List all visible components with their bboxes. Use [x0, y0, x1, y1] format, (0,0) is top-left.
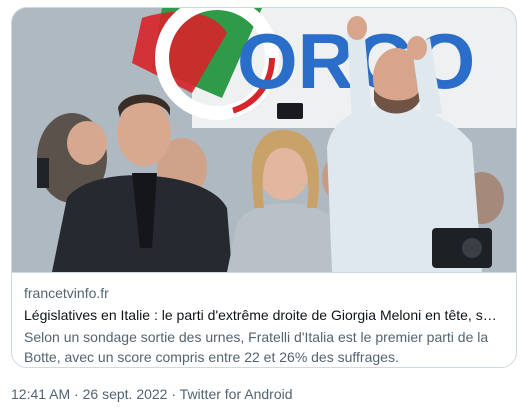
article-photo[interactable]: ORGO	[12, 8, 516, 272]
card-domain: francetvinfo.fr	[24, 285, 109, 301]
time-date-separator: ·	[70, 386, 83, 402]
link-preview-card[interactable]: ORGO	[11, 7, 517, 368]
card-text: francetvinfo.fr Législatives en Italie :…	[12, 272, 516, 367]
tweet-time-link[interactable]: 12:41 AM · 26 sept. 2022	[11, 386, 167, 402]
tweet-metadata: 12:41 AM · 26 sept. 2022 · Twitter for A…	[11, 385, 293, 403]
date-source-separator: ·	[167, 386, 180, 402]
tweet-date: 26 sept. 2022	[82, 386, 168, 402]
tweet-source-link[interactable]: Twitter for Android	[180, 386, 293, 402]
card-description: Selon un sondage sortie des urnes, Frate…	[24, 329, 489, 365]
tweet-time: 12:41 AM	[11, 386, 71, 402]
card-title: Législatives en Italie : le parti d'extr…	[24, 307, 504, 323]
photo-scene: ORGO	[12, 8, 516, 272]
